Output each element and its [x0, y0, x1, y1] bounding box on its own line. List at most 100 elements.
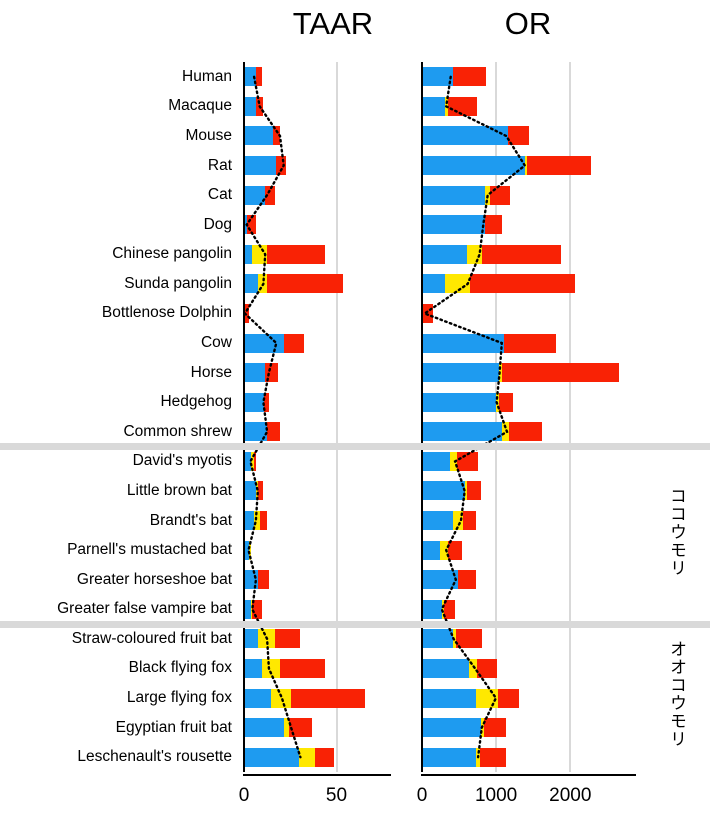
bar-segment-pseudo: [265, 363, 279, 383]
bar-segment-partial: [261, 658, 281, 678]
bar-row: [245, 210, 257, 240]
category-label: Hedgehog: [160, 393, 232, 411]
bar-segment-intact: [245, 274, 258, 294]
bar-segment-intact: [245, 392, 264, 412]
bar-segment-intact: [423, 333, 504, 353]
category-label: Brandt's bat: [149, 511, 232, 529]
bar-segment-intact: [423, 688, 477, 708]
bar-segment-partial: [252, 244, 268, 264]
bar-segment-intact: [245, 96, 257, 116]
bar-segment-pseudo: [267, 422, 281, 442]
bar-row: [423, 121, 529, 151]
bar-segment-intact: [245, 629, 258, 649]
category-label: Egyptian fruit bat: [115, 718, 232, 736]
bar-segment-pseudo: [497, 688, 519, 708]
category-label: Horse: [190, 363, 232, 381]
x-tick-label: 1000: [474, 785, 518, 806]
bar-row: [245, 358, 279, 388]
bar-row: [423, 62, 486, 92]
bar-row: [423, 210, 503, 240]
bar-segment-pseudo: [263, 392, 270, 412]
bar-segment-intact: [245, 511, 255, 531]
panel-title-or: OR: [504, 6, 552, 41]
bar-segment-pseudo: [457, 451, 478, 471]
panel-title-taar: TAAR: [292, 6, 374, 41]
bar-segment-intact: [423, 244, 468, 264]
bar-segment-pseudo: [267, 274, 344, 294]
bar-segment-intact: [423, 215, 486, 235]
bar-segment-partial: [450, 451, 458, 471]
bar-row: [423, 535, 462, 565]
category-label: Large flying fox: [126, 689, 232, 707]
bar-row: [245, 476, 264, 506]
category-label: Greater false vampire bat: [57, 600, 232, 618]
bar-segment-intact: [245, 185, 266, 205]
bar-segment-partial: [476, 688, 498, 708]
bar-segment-intact: [423, 718, 481, 738]
bar-segment-pseudo: [315, 747, 334, 767]
bar-segment-pseudo: [276, 156, 286, 176]
bar-segment-pseudo: [280, 658, 325, 678]
group-separator-microbats: [0, 443, 710, 451]
bar-segment-pseudo: [508, 126, 529, 146]
bar-segment-pseudo: [257, 481, 264, 501]
bar-segment-intact: [423, 511, 454, 531]
bar-row: [423, 742, 507, 772]
bar-segment-pseudo: [503, 333, 556, 353]
bar-segment-pseudo: [272, 126, 281, 146]
bar-segment-intact: [423, 747, 477, 767]
bar-row: [245, 447, 257, 477]
bar-segment-partial: [257, 629, 275, 649]
bar-row: [423, 506, 476, 536]
x-axis-or: [421, 774, 636, 776]
category-label: Human: [182, 67, 232, 85]
bar-row: [423, 180, 511, 210]
category-label: Leschenault's rousette: [77, 748, 232, 766]
bar-row: [245, 151, 286, 181]
bar-segment-intact: [245, 481, 257, 501]
bar-segment-intact: [245, 244, 253, 264]
bar-segment-intact: [245, 747, 299, 767]
bar-segment-intact: [423, 570, 458, 590]
bar-segment-pseudo: [452, 67, 486, 87]
bar-row: [245, 506, 268, 536]
bar-row: [245, 713, 312, 743]
bar-row: [423, 269, 575, 299]
bar-rows-taar: [245, 62, 391, 774]
bar-segment-intact: [423, 363, 500, 383]
bar-segment-intact: [423, 422, 502, 442]
bar-segment-pseudo: [256, 67, 262, 87]
bar-segment-partial: [445, 274, 470, 294]
category-axis-labels: Human Macaque Mouse Rat Cat Dog Chinese pangol…: [0, 62, 238, 776]
bar-segment-partial: [468, 658, 478, 678]
bar-segment-pseudo: [252, 599, 262, 619]
bar-segment-intact: [423, 451, 451, 471]
bar-segment-partial: [440, 540, 449, 560]
bar-segment-pseudo: [267, 244, 325, 264]
bar-segment-pseudo: [481, 244, 561, 264]
group-label-megabats: オオコウモリ: [667, 640, 686, 749]
bar-segment-pseudo: [259, 511, 268, 531]
bar-row: [245, 240, 325, 270]
bar-segment-pseudo: [245, 303, 249, 323]
x-tick-label: 2000: [549, 785, 592, 806]
bar-segment-partial: [501, 422, 509, 442]
bar-segment-intact: [245, 570, 258, 590]
category-label: Straw-coloured fruit bat: [71, 629, 232, 647]
bar-segment-pseudo: [455, 629, 483, 649]
bar-segment-pseudo: [498, 392, 514, 412]
group-label-microbats: ココウモリ: [667, 487, 686, 578]
bar-row: [423, 299, 433, 329]
bar-row: [245, 269, 344, 299]
bar-segment-partial: [248, 540, 251, 560]
bar-segment-pseudo: [289, 718, 312, 738]
bar-row: [423, 240, 561, 270]
bar-segment-intact: [245, 333, 284, 353]
category-label: Mouse: [185, 126, 232, 144]
category-label: Cow: [200, 334, 232, 352]
bar-row: [423, 387, 514, 417]
bar-row: [423, 683, 519, 713]
bar-row: [423, 476, 481, 506]
category-label: Macaque: [168, 97, 232, 115]
bar-segment-pseudo: [274, 629, 301, 649]
